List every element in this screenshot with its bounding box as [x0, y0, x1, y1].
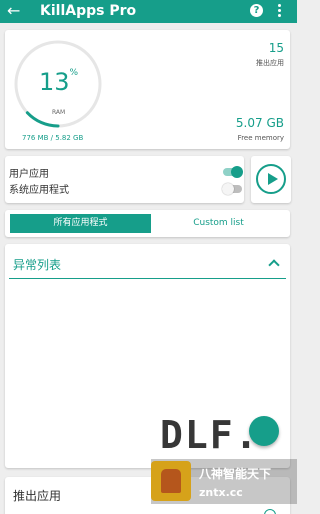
ram-label: RAM [52, 109, 66, 116]
watermark-url: zntx.cc [199, 486, 243, 499]
watermark-text: 八神智能天下 [199, 467, 272, 481]
tab-bar: 所有应用程式 Custom list [5, 210, 290, 237]
ram-percent: 13% [39, 68, 79, 96]
app-bar: ← KillApps Pro ? [0, 0, 297, 23]
tab-custom-list[interactable]: Custom list [151, 214, 286, 233]
section-divider [9, 278, 286, 279]
more-options-icon[interactable] [277, 3, 281, 19]
exit-apps-title: 推出应用 [13, 489, 62, 503]
process-count-label: 推出应用 [256, 59, 284, 67]
user-apps-toggle[interactable] [223, 166, 243, 178]
ram-usage: 776 MB / 5.82 GB [22, 134, 84, 142]
play-card [251, 156, 291, 203]
process-count: 15 [268, 41, 284, 55]
tab-all-apps[interactable]: 所有应用程式 [10, 214, 151, 233]
system-apps-label: 系统应用程式 [9, 185, 69, 196]
play-icon [268, 173, 278, 185]
free-memory-value: 5.07 GB [235, 116, 284, 130]
app-title: KillApps Pro [40, 3, 137, 19]
anomaly-list-title: 异常列表 [13, 258, 62, 272]
free-memory-label: Free memory [237, 134, 284, 142]
kill-apps-play-button[interactable] [256, 164, 286, 194]
ram-card: 13% RAM 776 MB / 5.82 GB 15 推出应用 5.07 GB… [5, 30, 290, 149]
chevron-up-icon[interactable] [268, 259, 280, 271]
back-arrow-icon[interactable]: ← [7, 2, 20, 20]
select-all-checkbox[interactable] [264, 509, 276, 514]
system-apps-toggle[interactable] [222, 183, 242, 195]
filter-card: 用户应用 系统应用程式 [5, 156, 244, 203]
help-icon[interactable]: ? [250, 4, 263, 17]
watermark-mark: DLF. [160, 413, 260, 457]
watermark-logo [151, 461, 191, 501]
user-apps-label: 用户应用 [9, 169, 49, 180]
